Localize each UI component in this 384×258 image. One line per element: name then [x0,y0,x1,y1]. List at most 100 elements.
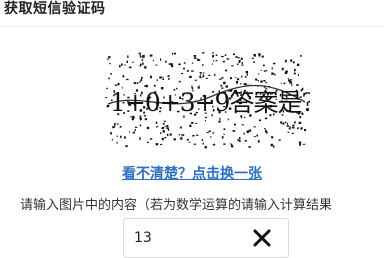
noise-dot [153,84,156,87]
noise-dot [167,133,169,137]
title-divider [0,26,384,27]
clear-button[interactable] [250,226,274,250]
noise-dot [113,123,117,125]
noise-dot [116,141,118,144]
noise-dot [160,132,162,135]
noise-dot [236,81,238,84]
noise-dot [199,75,201,79]
noise-dot [188,141,191,143]
noise-dot [150,75,152,79]
noise-dot [132,61,134,63]
noise-dot [128,66,132,69]
noise-dot [127,55,129,58]
noise-dot [291,83,293,86]
noise-dot [196,134,199,136]
noise-dot [287,122,289,125]
noise-dot [247,84,249,86]
noise-dot [112,126,114,129]
noise-dot [205,77,208,79]
noise-dot [280,82,282,84]
noise-dot [265,131,268,134]
noise-dot [225,69,228,72]
noise-dot [226,58,230,60]
noise-dot [288,128,291,130]
noise-dot [189,75,192,78]
noise-dot [146,126,150,130]
noise-dot [195,122,198,124]
noise-dot [253,61,256,63]
noise-dot [173,138,176,141]
noise-dot [119,64,121,68]
noise-dot [142,55,145,58]
noise-dot [160,143,163,145]
noise-dot [241,62,243,64]
noise-dot [155,143,159,146]
noise-dot [126,78,129,81]
noise-dot [287,77,289,79]
noise-dot [232,130,236,132]
noise-dot [146,141,149,144]
noise-dot [162,76,164,79]
noise-dot [270,143,273,147]
noise-dot [304,129,307,132]
noise-dot [107,58,109,61]
noise-dot [124,64,126,66]
noise-dot [109,62,111,65]
noise-dot [197,58,200,61]
noise-dot [212,132,215,134]
noise-dot [182,134,185,136]
close-icon [253,229,271,247]
noise-dot [241,64,244,66]
noise-dot [264,117,268,120]
noise-dot [215,54,218,56]
noise-dot [212,55,214,58]
noise-dot [139,124,142,127]
noise-dot [265,82,268,84]
noise-dot [244,76,247,78]
noise-dot [223,81,226,85]
noise-dot [106,87,108,89]
noise-dot [211,63,213,65]
noise-dot [181,72,184,74]
noise-dot [139,54,141,57]
noise-dot [183,67,185,70]
dialog-title: 获取短信验证码 [4,1,106,17]
noise-dot [293,72,296,75]
noise-dot [298,121,302,124]
noise-dot [271,136,274,139]
noise-dot [243,83,246,85]
noise-dot [122,75,125,78]
noise-dot [297,127,299,130]
noise-dot [253,54,256,57]
noise-dot [200,73,202,75]
noise-dot [180,137,183,140]
answer-input[interactable] [134,227,234,249]
noise-dot [212,143,216,146]
noise-dot [126,60,128,63]
noise-dot [266,70,268,72]
noise-dot [178,80,181,83]
noise-dot [152,60,154,62]
refresh-captcha-link[interactable]: 看不清楚？点击换一张 [0,163,384,183]
noise-dot [290,59,293,62]
noise-dot [204,146,207,149]
noise-dot [241,124,244,126]
noise-dot [191,122,194,124]
noise-dot [297,74,299,76]
noise-dot [253,136,256,138]
noise-dot [215,60,218,62]
noise-dot [141,77,143,79]
noise-dot [213,60,215,62]
noise-dot [238,62,240,64]
noise-dot [296,84,299,86]
noise-dot [194,79,197,81]
noise-dot [120,135,122,139]
noise-dot [167,128,170,131]
noise-dot [292,124,295,127]
noise-dot [296,63,299,66]
noise-dot [162,130,165,133]
noise-dot [193,143,196,145]
noise-dot [204,119,206,122]
noise-dot [189,124,192,128]
noise-dot [160,58,162,61]
